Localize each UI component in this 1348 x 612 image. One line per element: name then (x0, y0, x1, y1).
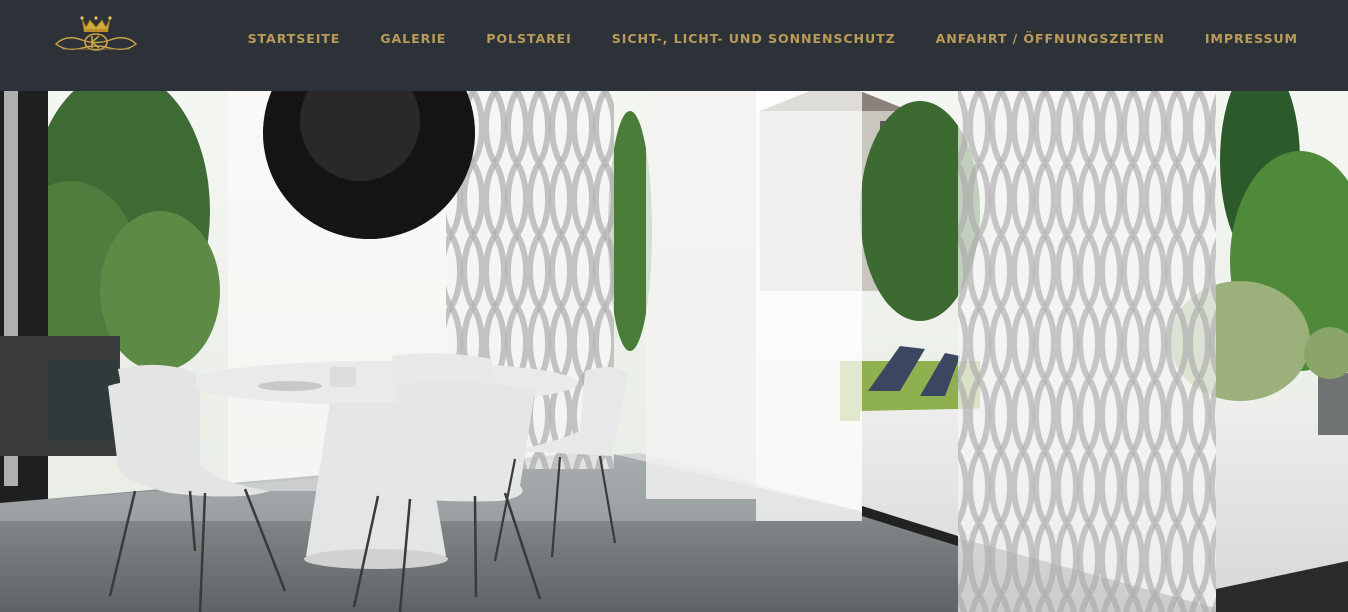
nav-item-impressum[interactable]: IMPRESSUM (1205, 31, 1298, 46)
nav-item-sonnenschutz[interactable]: SICHT-, LICHT- UND SONNENSCHUTZ (612, 31, 896, 46)
logo-icon[interactable] (52, 14, 140, 54)
hero-image (0, 91, 1348, 612)
main-navigation: STARTSEITE GALERIE POLSTAREI SICHT-, LIC… (248, 0, 1298, 76)
hero-photo-icon (0, 91, 1348, 612)
site-header: STARTSEITE GALERIE POLSTAREI SICHT-, LIC… (0, 0, 1348, 91)
nav-item-anfahrt[interactable]: ANFAHRT / ÖFFNUNGSZEITEN (936, 31, 1165, 46)
nav-item-polstarei[interactable]: POLSTAREI (486, 31, 571, 46)
nav-item-galerie[interactable]: GALERIE (380, 31, 446, 46)
nav-item-startseite[interactable]: STARTSEITE (248, 31, 341, 46)
